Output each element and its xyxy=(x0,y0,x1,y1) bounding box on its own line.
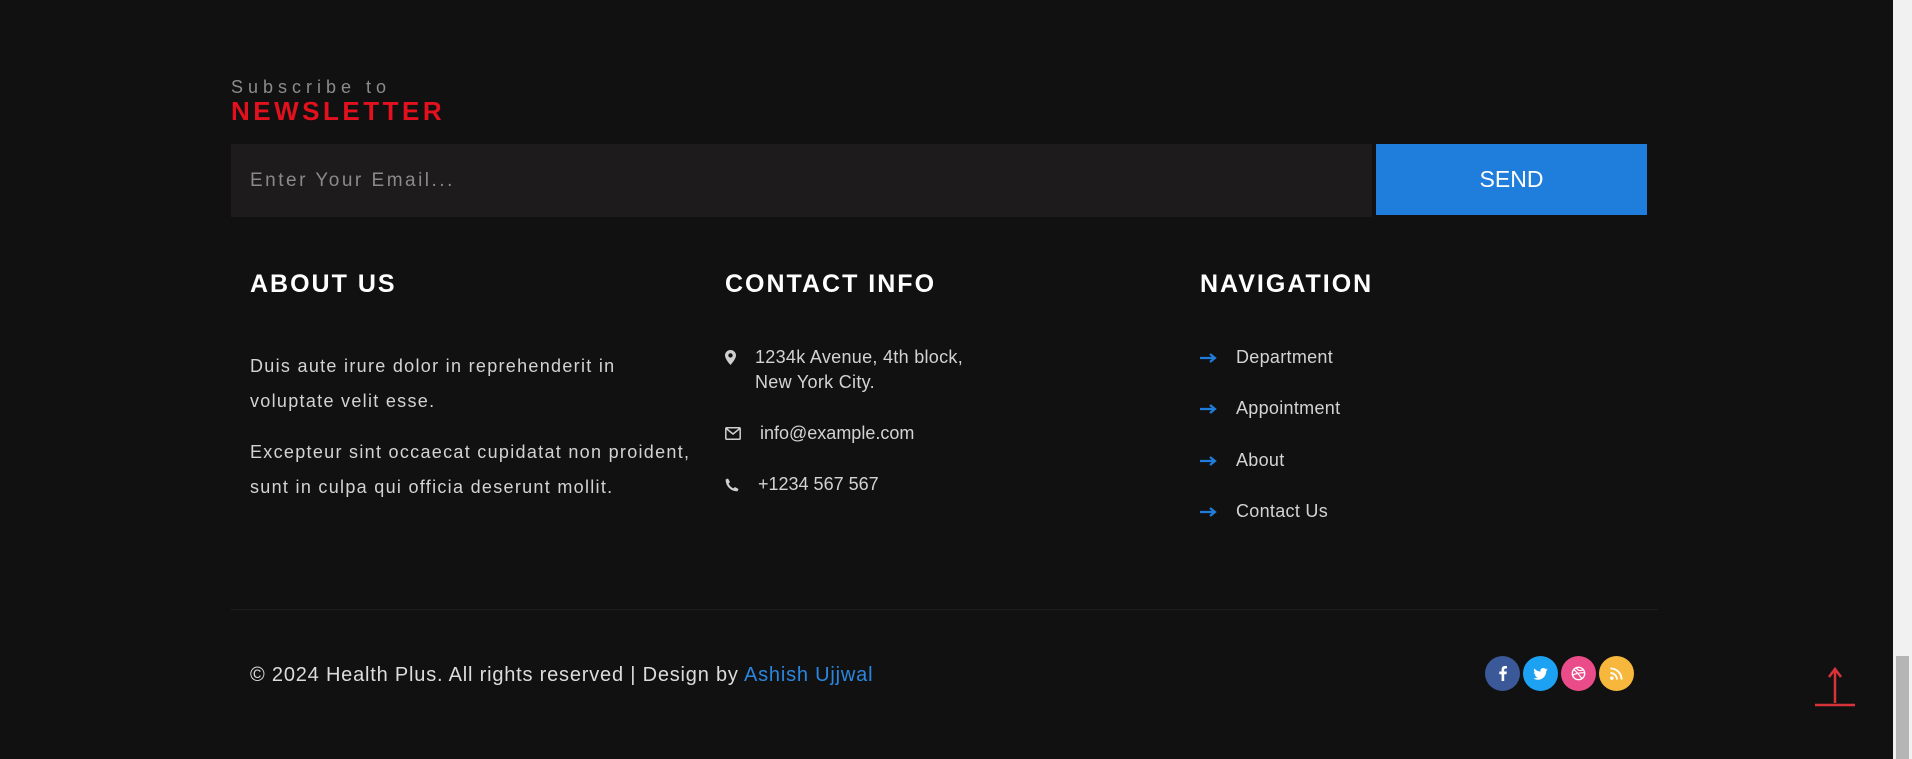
arrow-right-icon xyxy=(1200,403,1218,414)
nav-link-department[interactable]: Department xyxy=(1200,345,1333,370)
contact-title: CONTACT INFO xyxy=(725,270,937,298)
nav-link-appointment[interactable]: Appointment xyxy=(1200,396,1340,421)
address-line: New York City. xyxy=(755,372,875,392)
footer-divider xyxy=(231,609,1658,610)
nav-link-label: Appointment xyxy=(1236,398,1341,418)
contact-phone: +1234 567 567 xyxy=(725,472,879,497)
nav-link-label: Contact Us xyxy=(1236,501,1329,521)
designer-link[interactable]: Ashish Ujjwal xyxy=(744,664,873,686)
about-title: ABOUT US xyxy=(250,270,397,298)
phone-icon xyxy=(725,472,739,497)
contact-email: info@example.com xyxy=(725,421,914,446)
phone-text[interactable]: +1234 567 567 xyxy=(758,472,879,497)
navigation-title: NAVIGATION xyxy=(1200,270,1374,298)
about-section: ABOUT US Duis aute irure dolor in repreh… xyxy=(250,270,700,497)
newsletter-title: NEWSLETTER xyxy=(231,96,446,126)
rss-icon[interactable] xyxy=(1599,656,1634,691)
navigation-section: NAVIGATION Department Appointment About … xyxy=(1200,270,1620,521)
back-to-top-arrow-icon[interactable] xyxy=(1813,665,1857,709)
arrow-right-icon xyxy=(1200,455,1218,466)
contact-section: CONTACT INFO 1234k Avenue, 4th block, Ne… xyxy=(725,270,1175,494)
newsletter-subtitle: Subscribe to xyxy=(231,77,392,97)
copyright-label: © 2024 Health Plus. All rights reserved … xyxy=(250,664,744,686)
dribbble-icon[interactable] xyxy=(1561,656,1596,691)
envelope-icon xyxy=(725,421,741,446)
nav-link-label: Department xyxy=(1236,347,1334,367)
map-marker-icon xyxy=(725,345,739,370)
footer-page: Subscribe to NEWSLETTER SEND ABOUT US Du… xyxy=(0,0,1912,759)
email-text[interactable]: info@example.com xyxy=(760,421,914,446)
facebook-icon[interactable] xyxy=(1485,656,1520,691)
send-button[interactable]: SEND xyxy=(1376,144,1647,215)
copyright-text: © 2024 Health Plus. All rights reserved … xyxy=(250,664,873,687)
arrow-right-icon xyxy=(1200,506,1218,517)
social-links xyxy=(1485,656,1634,691)
arrow-right-icon xyxy=(1200,352,1218,363)
nav-link-label: About xyxy=(1236,450,1285,470)
nav-link-about[interactable]: About xyxy=(1200,448,1285,473)
contact-address: 1234k Avenue, 4th block, New York City. xyxy=(725,345,963,395)
scrollbar-thumb[interactable] xyxy=(1896,656,1909,759)
about-paragraph: Duis aute irure dolor in reprehenderit i… xyxy=(250,356,616,411)
page-scrollbar[interactable] xyxy=(1893,0,1912,759)
address-line: 1234k Avenue, 4th block, xyxy=(755,347,964,367)
twitter-icon[interactable] xyxy=(1523,656,1558,691)
email-input[interactable] xyxy=(231,144,1372,217)
about-paragraph: Excepteur sint occaecat cupidatat non pr… xyxy=(250,442,691,497)
nav-link-contact-us[interactable]: Contact Us xyxy=(1200,499,1328,524)
